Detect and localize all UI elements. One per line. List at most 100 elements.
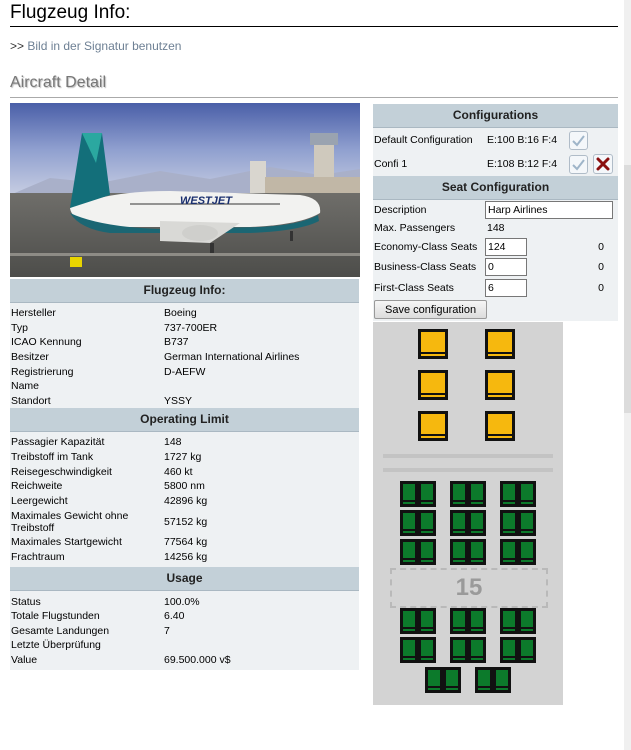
first-class-seat bbox=[485, 370, 515, 400]
operating-table: Passagier Kapazität 148 Treibstoff im Tan… bbox=[10, 435, 359, 564]
cabin-divider bbox=[383, 468, 553, 472]
configuration-row: Default Configuration E:100 B:16 F:4 bbox=[373, 128, 618, 152]
info-row: Standort YSSY bbox=[11, 394, 193, 407]
economy-seat bbox=[450, 510, 468, 536]
info-header: Flugzeug Info: bbox=[10, 279, 359, 303]
max-passengers-value: 148 bbox=[487, 221, 505, 234]
first-remaining: 0 bbox=[598, 281, 604, 294]
info-table: Hersteller Boeing Typ 737-700ER ICAO Kennu… bbox=[10, 306, 359, 408]
cabin-divider bbox=[383, 454, 553, 458]
signature-link-row[interactable]: >> Bild in der Signatur benutzen bbox=[10, 39, 181, 53]
aircraft-photo: WESTJET bbox=[10, 103, 360, 277]
row-number: 15 bbox=[390, 568, 548, 608]
economy-seat bbox=[500, 510, 518, 536]
operating-row: Maximales Startgewicht 77564 kg bbox=[11, 536, 208, 549]
info-row: Registrierung D-AEFW bbox=[11, 365, 206, 378]
economy-seat bbox=[518, 539, 536, 565]
configuration-value: E:100 B:16 F:4 bbox=[487, 134, 558, 146]
economy-seat bbox=[500, 539, 518, 565]
economy-seat bbox=[518, 608, 536, 634]
info-row: ICAO Kennung B737 bbox=[11, 336, 189, 349]
economy-seats-input[interactable] bbox=[485, 237, 527, 256]
first-class-seat bbox=[418, 329, 448, 359]
signature-link[interactable]: Bild in der Signatur benutzen bbox=[27, 39, 181, 53]
economy-seat bbox=[418, 510, 436, 536]
first-class-seat bbox=[485, 329, 515, 359]
page-title: Flugzeug Info: bbox=[10, 2, 131, 23]
operating-row: Reisegeschwindigkeit 460 kt bbox=[11, 465, 193, 478]
description-row: Description bbox=[373, 200, 618, 221]
economy-seat bbox=[500, 608, 518, 634]
economy-seat bbox=[400, 539, 418, 565]
operating-row: Leergewicht 42896 kg bbox=[11, 494, 208, 507]
configurations-header: Configurations bbox=[373, 104, 618, 128]
aircraft-info-panel: Flugzeug Info: Hersteller Boeing Typ 737-7… bbox=[10, 279, 359, 671]
economy-seat bbox=[450, 539, 468, 565]
economy-seat bbox=[418, 608, 436, 634]
usage-header: Usage bbox=[10, 567, 359, 592]
economy-seat bbox=[450, 608, 468, 634]
usage-row: Gesamte Landungen 7 bbox=[11, 624, 170, 637]
economy-seat bbox=[425, 667, 443, 693]
delete-icon[interactable] bbox=[593, 154, 613, 174]
section-divider bbox=[10, 97, 618, 98]
operating-row: Reichweite 5800 nm bbox=[11, 480, 205, 493]
economy-seat bbox=[468, 481, 486, 507]
operating-row: Passagier Kapazität 148 bbox=[11, 436, 182, 449]
operating-row: Frachtraum 14256 kg bbox=[11, 551, 208, 564]
check-icon[interactable] bbox=[569, 154, 588, 174]
signature-arrow: >> bbox=[10, 39, 25, 53]
first-class-seat bbox=[418, 370, 448, 400]
scrollbar-thumb[interactable] bbox=[624, 165, 631, 413]
economy-seat bbox=[475, 667, 493, 693]
configuration-row: Confi 1 E:108 B:12 F:4 bbox=[373, 152, 618, 176]
section-title: Aircraft Detail bbox=[10, 74, 107, 91]
economy-seat bbox=[443, 667, 461, 693]
first-seats-input[interactable] bbox=[485, 278, 527, 297]
max-passengers-row: Max. Passengers 148 bbox=[374, 221, 505, 234]
first-class-seat bbox=[418, 411, 448, 441]
economy-seat bbox=[400, 637, 418, 663]
business-remaining: 0 bbox=[598, 261, 604, 273]
economy-seat bbox=[518, 510, 536, 536]
info-row: Typ 737-700ER bbox=[11, 321, 218, 334]
check-icon[interactable] bbox=[569, 130, 588, 150]
usage-table: Status 100.0% Totale Flugstunden 6.40 Gesa… bbox=[10, 594, 359, 667]
economy-seat bbox=[468, 539, 486, 565]
configuration-value: E:108 B:12 F:4 bbox=[487, 158, 558, 170]
economy-seat bbox=[500, 637, 518, 663]
economy-seat bbox=[400, 481, 418, 507]
info-row: Besitzer German International Airlines bbox=[11, 351, 300, 364]
operating-header: Operating Limit bbox=[10, 408, 359, 433]
economy-seat bbox=[500, 481, 518, 507]
description-input[interactable] bbox=[485, 201, 613, 219]
save-configuration-button[interactable]: Save configuration bbox=[374, 300, 488, 319]
livery-text: WESTJET bbox=[180, 195, 233, 207]
usage-row: Status 100.0% bbox=[11, 595, 200, 608]
first-class-seat bbox=[485, 411, 515, 441]
usage-row: Value 69.500.000 v$ bbox=[11, 653, 231, 666]
economy-seat bbox=[468, 510, 486, 536]
business-seats-input[interactable] bbox=[485, 258, 527, 276]
seat-map: 15 bbox=[373, 322, 563, 705]
economy-seat bbox=[418, 539, 436, 565]
seat-config-header: Seat Configuration bbox=[373, 176, 618, 200]
usage-row: Totale Flugstunden 6.40 bbox=[11, 610, 185, 623]
configurations-panel: Configurations Default Configuration E:1… bbox=[373, 104, 618, 321]
economy-remaining: 0 bbox=[598, 240, 604, 253]
economy-seat bbox=[493, 667, 511, 693]
economy-seat bbox=[518, 481, 536, 507]
business-row: Business-Class Seats 0 bbox=[373, 257, 618, 278]
info-row: Hersteller Boeing bbox=[11, 307, 197, 320]
configuration-name: Confi 1 bbox=[374, 158, 408, 170]
economy-seat bbox=[400, 510, 418, 536]
usage-row: Letzte Überprüfung bbox=[11, 639, 101, 652]
operating-row: Maximales Gewicht ohne Treibstoff 57152 k… bbox=[11, 509, 208, 534]
economy-seat bbox=[418, 637, 436, 663]
economy-seat bbox=[468, 608, 486, 634]
economy-row: Economy-Class Seats 0 bbox=[373, 237, 618, 258]
economy-seat bbox=[418, 481, 436, 507]
economy-seat bbox=[468, 637, 486, 663]
first-row: First-Class Seats 0 bbox=[373, 278, 618, 299]
economy-seat bbox=[450, 637, 468, 663]
